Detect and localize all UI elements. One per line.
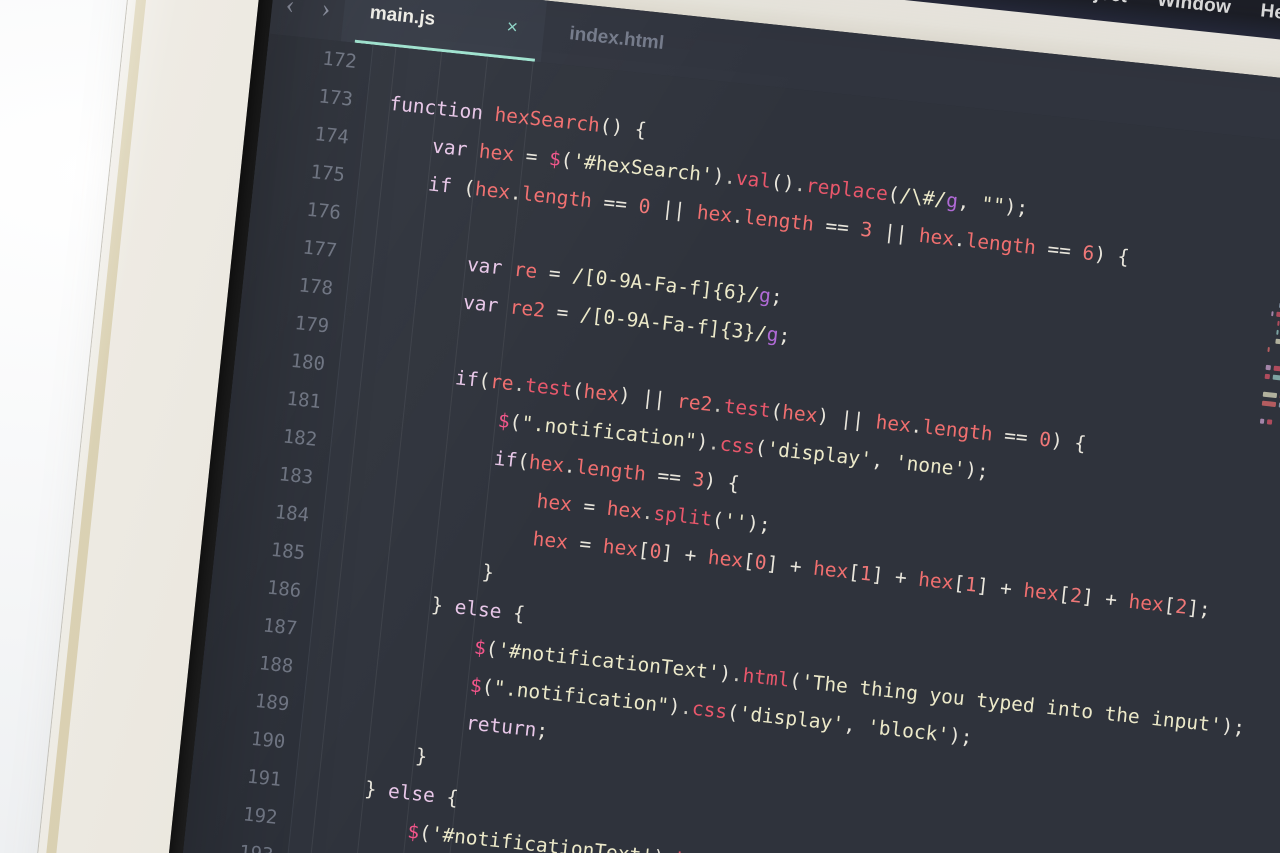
display-screen: Sublime Text File Edit Selection Find Vi… bbox=[155, 0, 1280, 853]
nav-back-icon[interactable]: ‹ bbox=[271, 0, 310, 22]
tab-label: index.html bbox=[568, 23, 666, 55]
minimap-row bbox=[1250, 417, 1280, 440]
laptop-device: Sublime Text File Edit Selection Find Vi… bbox=[12, 0, 1280, 853]
menu-item-help[interactable]: Help bbox=[1259, 0, 1280, 26]
code-text-area[interactable]: function hexSearch() { var hex = $('#hex… bbox=[260, 45, 1280, 853]
screenshot-root: Sublime Text File Edit Selection Find Vi… bbox=[0, 0, 1280, 853]
menu-item-window[interactable]: Window bbox=[1156, 0, 1232, 19]
tab-label: main.js bbox=[368, 2, 437, 30]
nav-forward-icon[interactable]: › bbox=[307, 0, 346, 25]
close-icon[interactable]: × bbox=[505, 17, 519, 40]
code-editor[interactable]: 172 173 174 175 176 177 178 179 180 181 182 183 184 1… bbox=[155, 33, 1280, 853]
menu-item-project[interactable]: Project bbox=[1061, 0, 1129, 8]
display-bezel: Sublime Text File Edit Selection Find Vi… bbox=[142, 0, 1280, 853]
